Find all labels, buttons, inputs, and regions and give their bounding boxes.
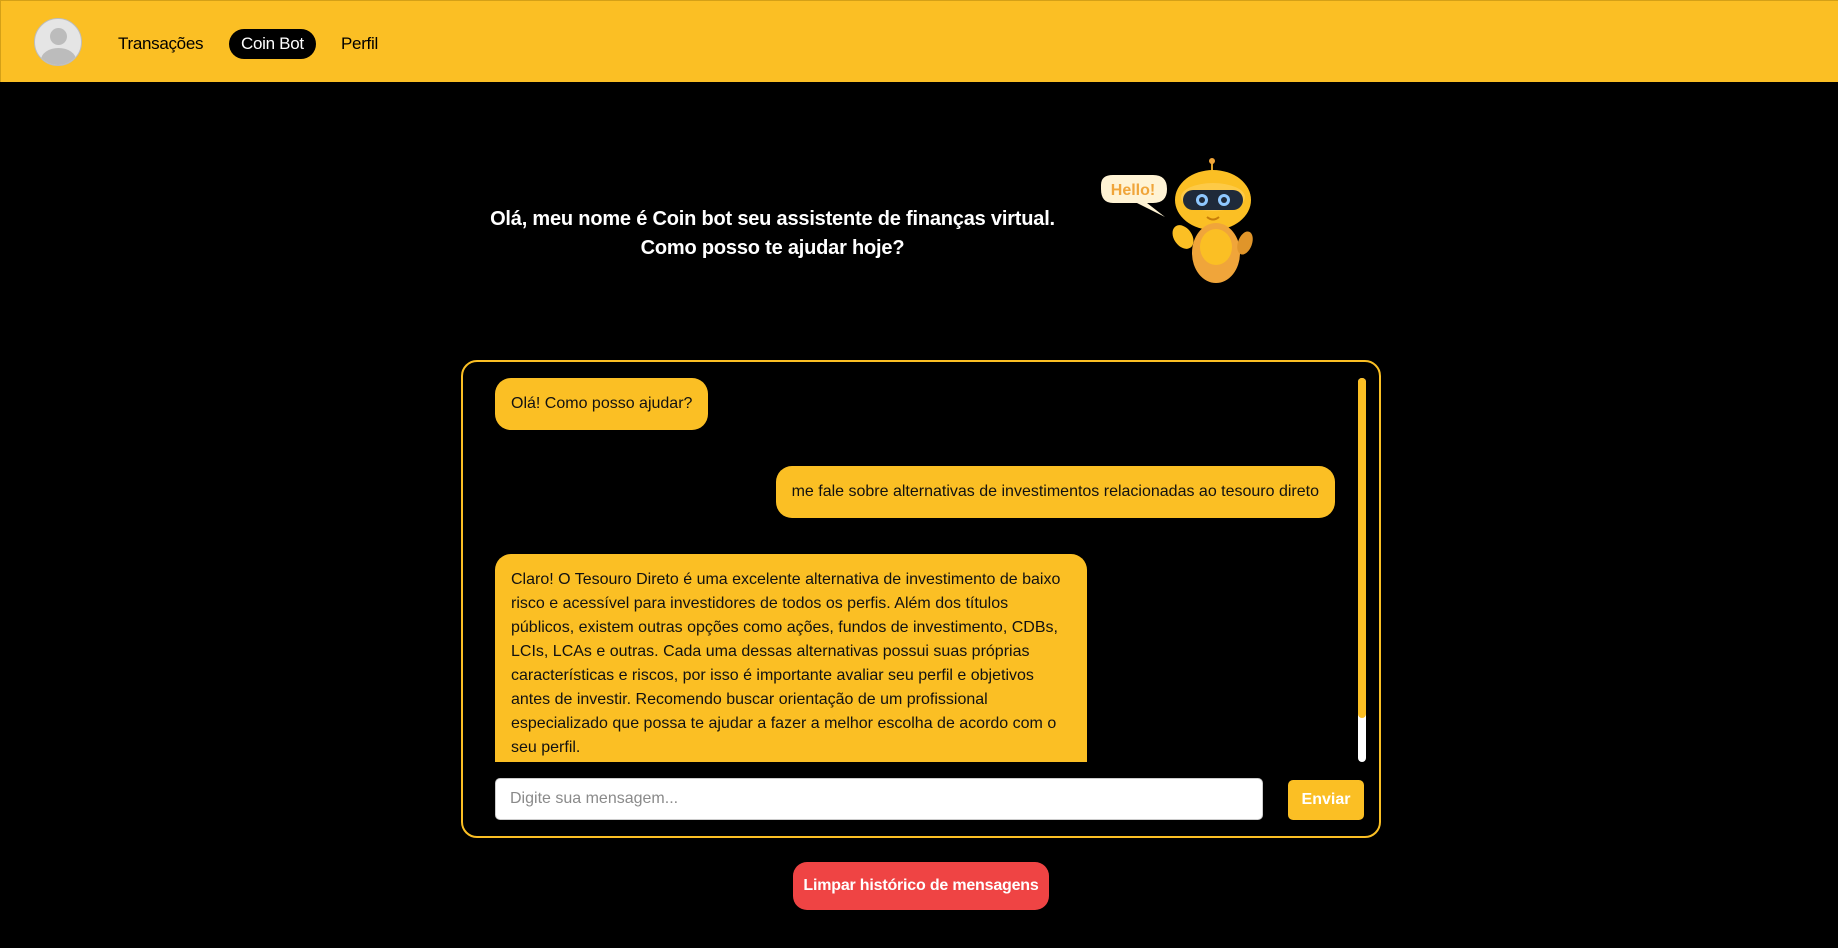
chat-panel: Olá! Como posso ajudar? me fale sobre al…	[461, 360, 1381, 838]
nav-item-perfil[interactable]: Perfil	[329, 29, 390, 59]
avatar[interactable]	[34, 18, 82, 66]
avatar-head	[50, 28, 67, 45]
message-list[interactable]: Olá! Como posso ajudar? me fale sobre al…	[495, 378, 1335, 762]
nav-item-coin-bot[interactable]: Coin Bot	[229, 29, 316, 59]
message-list-scrollbar[interactable]	[1358, 378, 1366, 762]
bot-message: Olá! Como posso ajudar?	[495, 378, 709, 430]
nav-item-transacoes[interactable]: Transações	[106, 29, 215, 59]
bot-greeting: Olá, meu nome é Coin bot seu assistente …	[480, 205, 1065, 263]
user-message: me fale sobre alternativas de investimen…	[775, 466, 1335, 518]
robot-speech-bubble: Hello!	[1111, 182, 1155, 199]
send-button[interactable]: Enviar	[1288, 780, 1364, 820]
robot-mascot-icon: Hello!	[1101, 158, 1253, 283]
top-navbar: Transações Coin Bot Perfil	[0, 0, 1838, 82]
scrollbar-thumb[interactable]	[1358, 378, 1366, 718]
bot-message: Claro! O Tesouro Direto é uma excelente …	[495, 554, 1087, 762]
avatar-body	[41, 48, 76, 65]
greeting-line-1: Olá, meu nome é Coin bot seu assistente …	[490, 208, 1055, 230]
clear-history-button[interactable]: Limpar histórico de mensagens	[793, 862, 1049, 910]
greeting-line-2: Como posso te ajudar hoje?	[640, 237, 905, 259]
message-input[interactable]	[495, 778, 1263, 820]
